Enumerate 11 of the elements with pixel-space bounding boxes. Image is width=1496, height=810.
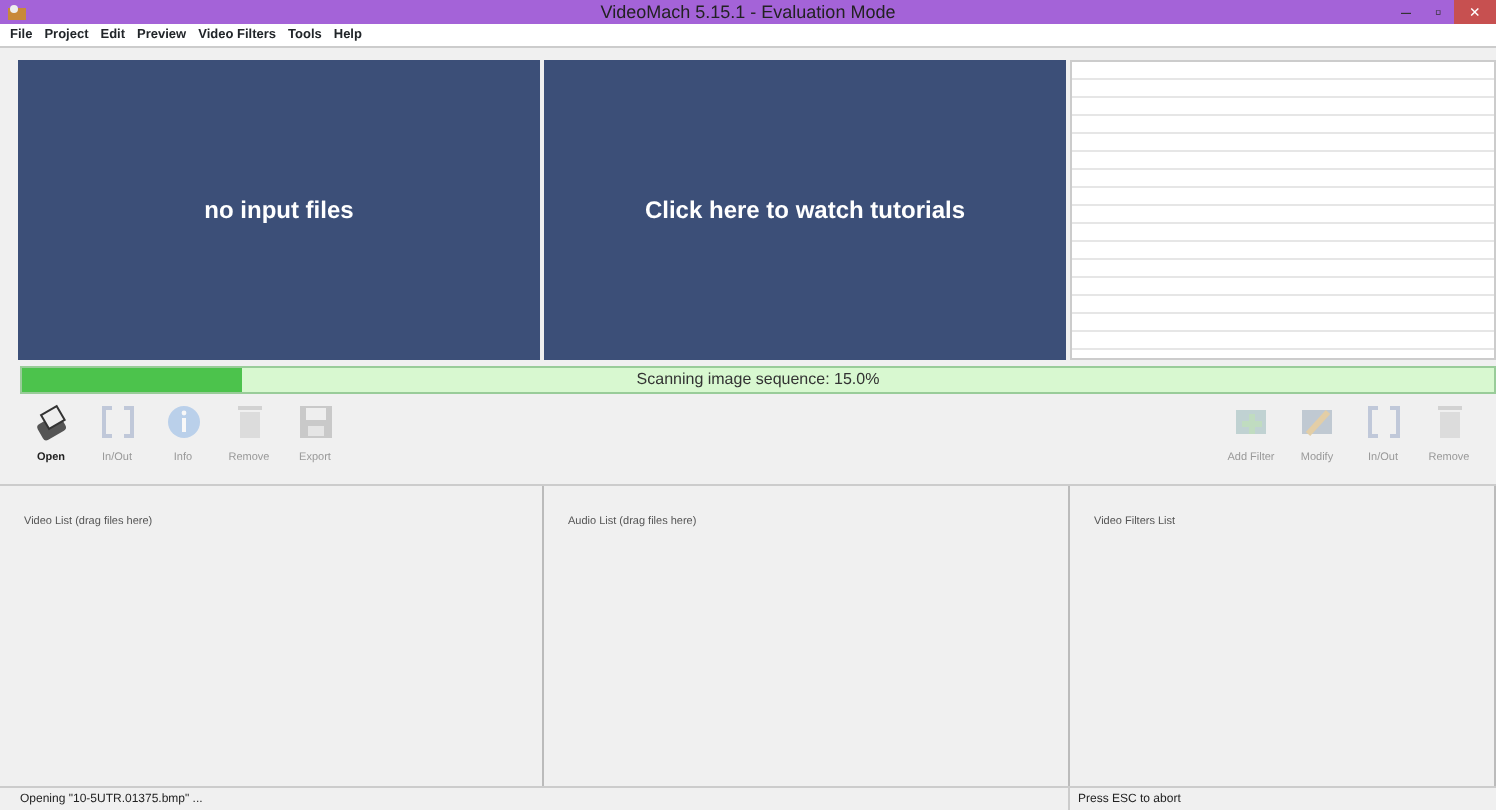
info-icon	[163, 402, 203, 442]
disc-icon	[31, 402, 71, 442]
preview-panel[interactable]: Click here to watch tutorials	[544, 60, 1066, 360]
close-button[interactable]: ×	[1453, 0, 1496, 24]
preview-panel[interactable]: no input files	[18, 60, 540, 360]
progress-text: Scanning image sequence: 15.0%	[634, 368, 882, 392]
brackets-icon	[97, 402, 137, 442]
save-icon	[295, 402, 335, 442]
brackets-icon	[1363, 402, 1403, 442]
app-icon	[8, 3, 26, 21]
window-title: VideoMach 5.15.1 - Evaluation Mode	[600, 0, 896, 24]
